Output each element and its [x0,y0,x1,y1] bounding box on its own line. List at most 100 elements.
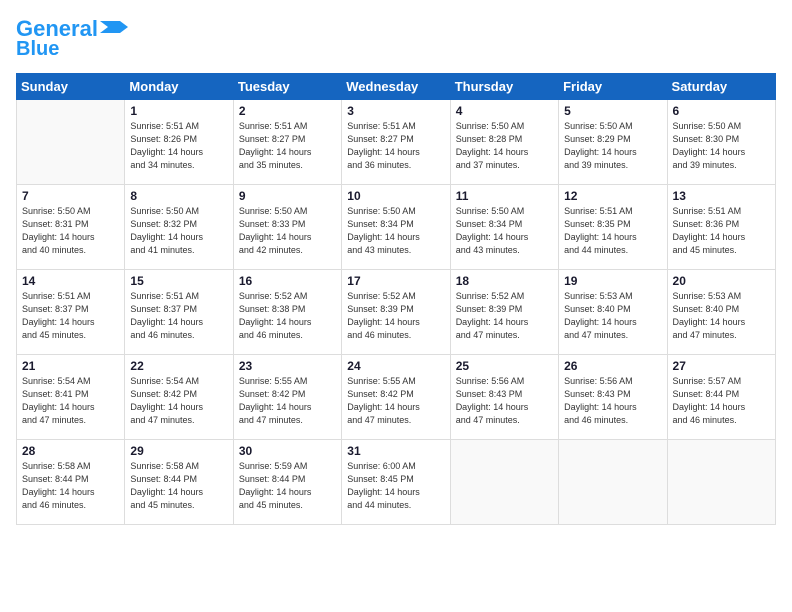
calendar-cell: 29 Sunrise: 5:58 AM Sunset: 8:44 PM Dayli… [125,440,233,525]
day-number: 11 [456,189,553,203]
calendar-cell: 13 Sunrise: 5:51 AM Sunset: 8:36 PM Dayli… [667,185,775,270]
day-info: Sunrise: 5:52 AM Sunset: 8:38 PM Dayligh… [239,290,336,342]
day-info: Sunrise: 5:56 AM Sunset: 8:43 PM Dayligh… [564,375,661,427]
day-info: Sunrise: 5:51 AM Sunset: 8:37 PM Dayligh… [22,290,119,342]
day-number: 20 [673,274,770,288]
calendar-cell: 10 Sunrise: 5:50 AM Sunset: 8:34 PM Dayli… [342,185,450,270]
calendar-cell: 20 Sunrise: 5:53 AM Sunset: 8:40 PM Dayli… [667,270,775,355]
day-number: 2 [239,104,336,118]
calendar-cell: 7 Sunrise: 5:50 AM Sunset: 8:31 PM Daylig… [17,185,125,270]
day-number: 17 [347,274,444,288]
calendar-week-row: 7 Sunrise: 5:50 AM Sunset: 8:31 PM Daylig… [17,185,776,270]
day-number: 19 [564,274,661,288]
day-info: Sunrise: 5:50 AM Sunset: 8:34 PM Dayligh… [456,205,553,257]
calendar-cell: 27 Sunrise: 5:57 AM Sunset: 8:44 PM Dayli… [667,355,775,440]
calendar-cell: 30Sunrise: 5:59 AM Sunset: 8:44 PM Dayli… [233,440,341,525]
day-info: Sunrise: 5:50 AM Sunset: 8:34 PM Dayligh… [347,205,444,257]
calendar-cell: 31Sunrise: 6:00 AM Sunset: 8:45 PM Dayli… [342,440,450,525]
day-info: Sunrise: 5:58 AM Sunset: 8:44 PM Dayligh… [130,460,227,512]
calendar-cell: 6 Sunrise: 5:50 AM Sunset: 8:30 PM Daylig… [667,100,775,185]
day-number: 25 [456,359,553,373]
day-number: 14 [22,274,119,288]
day-info: Sunrise: 5:52 AM Sunset: 8:39 PM Dayligh… [456,290,553,342]
calendar-cell: 25 Sunrise: 5:56 AM Sunset: 8:43 PM Dayli… [450,355,558,440]
day-info: Sunrise: 5:51 AM Sunset: 8:27 PM Dayligh… [347,120,444,172]
calendar-week-row: 1Sunrise: 5:51 AM Sunset: 8:26 PM Daylig… [17,100,776,185]
day-info: Sunrise: 5:54 AM Sunset: 8:41 PM Dayligh… [22,375,119,427]
day-info: Sunrise: 5:54 AM Sunset: 8:42 PM Dayligh… [130,375,227,427]
day-number: 16 [239,274,336,288]
calendar-cell [559,440,667,525]
calendar-cell: 4 Sunrise: 5:50 AM Sunset: 8:28 PM Daylig… [450,100,558,185]
weekday-header: Monday [125,74,233,100]
calendar-cell: 12Sunrise: 5:51 AM Sunset: 8:35 PM Dayli… [559,185,667,270]
day-info: Sunrise: 5:50 AM Sunset: 8:33 PM Dayligh… [239,205,336,257]
day-info: Sunrise: 5:51 AM Sunset: 8:36 PM Dayligh… [673,205,770,257]
calendar-cell: 11 Sunrise: 5:50 AM Sunset: 8:34 PM Dayli… [450,185,558,270]
day-number: 29 [130,444,227,458]
calendar-cell: 24Sunrise: 5:55 AM Sunset: 8:42 PM Dayli… [342,355,450,440]
day-number: 6 [673,104,770,118]
calendar-cell: 15 Sunrise: 5:51 AM Sunset: 8:37 PM Dayli… [125,270,233,355]
day-info: Sunrise: 5:50 AM Sunset: 8:29 PM Dayligh… [564,120,661,172]
weekday-header: Thursday [450,74,558,100]
day-number: 9 [239,189,336,203]
day-number: 23 [239,359,336,373]
day-info: Sunrise: 5:51 AM Sunset: 8:27 PM Dayligh… [239,120,336,172]
calendar-cell: 19 Sunrise: 5:53 AM Sunset: 8:40 PM Dayli… [559,270,667,355]
day-number: 31 [347,444,444,458]
day-info: Sunrise: 5:56 AM Sunset: 8:43 PM Dayligh… [456,375,553,427]
calendar-cell: 23Sunrise: 5:55 AM Sunset: 8:42 PM Dayli… [233,355,341,440]
calendar-cell: 26Sunrise: 5:56 AM Sunset: 8:43 PM Dayli… [559,355,667,440]
day-number: 8 [130,189,227,203]
day-number: 5 [564,104,661,118]
calendar-cell: 21 Sunrise: 5:54 AM Sunset: 8:41 PM Dayli… [17,355,125,440]
calendar-cell: 3Sunrise: 5:51 AM Sunset: 8:27 PM Daylig… [342,100,450,185]
day-info: Sunrise: 5:53 AM Sunset: 8:40 PM Dayligh… [673,290,770,342]
day-number: 22 [130,359,227,373]
calendar-cell: 9 Sunrise: 5:50 AM Sunset: 8:33 PM Daylig… [233,185,341,270]
weekday-header: Friday [559,74,667,100]
day-number: 1 [130,104,227,118]
calendar-week-row: 28 Sunrise: 5:58 AM Sunset: 8:44 PM Dayli… [17,440,776,525]
calendar-table: SundayMondayTuesdayWednesdayThursdayFrid… [16,73,776,525]
calendar-cell: 17Sunrise: 5:52 AM Sunset: 8:39 PM Dayli… [342,270,450,355]
day-number: 13 [673,189,770,203]
day-number: 15 [130,274,227,288]
day-info: Sunrise: 5:50 AM Sunset: 8:28 PM Dayligh… [456,120,553,172]
day-info: Sunrise: 5:55 AM Sunset: 8:42 PM Dayligh… [347,375,444,427]
day-info: Sunrise: 5:58 AM Sunset: 8:44 PM Dayligh… [22,460,119,512]
day-number: 12 [564,189,661,203]
day-number: 28 [22,444,119,458]
calendar-week-row: 14 Sunrise: 5:51 AM Sunset: 8:37 PM Dayli… [17,270,776,355]
calendar-week-row: 21 Sunrise: 5:54 AM Sunset: 8:41 PM Dayli… [17,355,776,440]
day-info: Sunrise: 5:57 AM Sunset: 8:44 PM Dayligh… [673,375,770,427]
weekday-header: Sunday [17,74,125,100]
calendar-header-row: SundayMondayTuesdayWednesdayThursdayFrid… [17,74,776,100]
day-number: 4 [456,104,553,118]
calendar-cell: 22 Sunrise: 5:54 AM Sunset: 8:42 PM Dayli… [125,355,233,440]
calendar-cell: 28 Sunrise: 5:58 AM Sunset: 8:44 PM Dayli… [17,440,125,525]
calendar-cell: 5 Sunrise: 5:50 AM Sunset: 8:29 PM Daylig… [559,100,667,185]
calendar-cell: 18Sunrise: 5:52 AM Sunset: 8:39 PM Dayli… [450,270,558,355]
day-number: 21 [22,359,119,373]
calendar-cell: 14 Sunrise: 5:51 AM Sunset: 8:37 PM Dayli… [17,270,125,355]
logo: General Blue [16,16,128,61]
day-number: 7 [22,189,119,203]
day-info: Sunrise: 5:50 AM Sunset: 8:32 PM Dayligh… [130,205,227,257]
day-info: Sunrise: 5:50 AM Sunset: 8:31 PM Dayligh… [22,205,119,257]
page-header: General Blue [16,16,776,61]
day-number: 27 [673,359,770,373]
day-info: Sunrise: 5:50 AM Sunset: 8:30 PM Dayligh… [673,120,770,172]
logo-blue: Blue [16,38,59,61]
day-info: Sunrise: 5:59 AM Sunset: 8:44 PM Dayligh… [239,460,336,512]
day-info: Sunrise: 5:53 AM Sunset: 8:40 PM Dayligh… [564,290,661,342]
day-info: Sunrise: 5:51 AM Sunset: 8:37 PM Dayligh… [130,290,227,342]
calendar-cell: 16 Sunrise: 5:52 AM Sunset: 8:38 PM Dayli… [233,270,341,355]
calendar-cell: 1Sunrise: 5:51 AM Sunset: 8:26 PM Daylig… [125,100,233,185]
day-number: 10 [347,189,444,203]
calendar-cell [667,440,775,525]
weekday-header: Wednesday [342,74,450,100]
calendar-cell: 8 Sunrise: 5:50 AM Sunset: 8:32 PM Daylig… [125,185,233,270]
calendar-cell: 2 Sunrise: 5:51 AM Sunset: 8:27 PM Daylig… [233,100,341,185]
